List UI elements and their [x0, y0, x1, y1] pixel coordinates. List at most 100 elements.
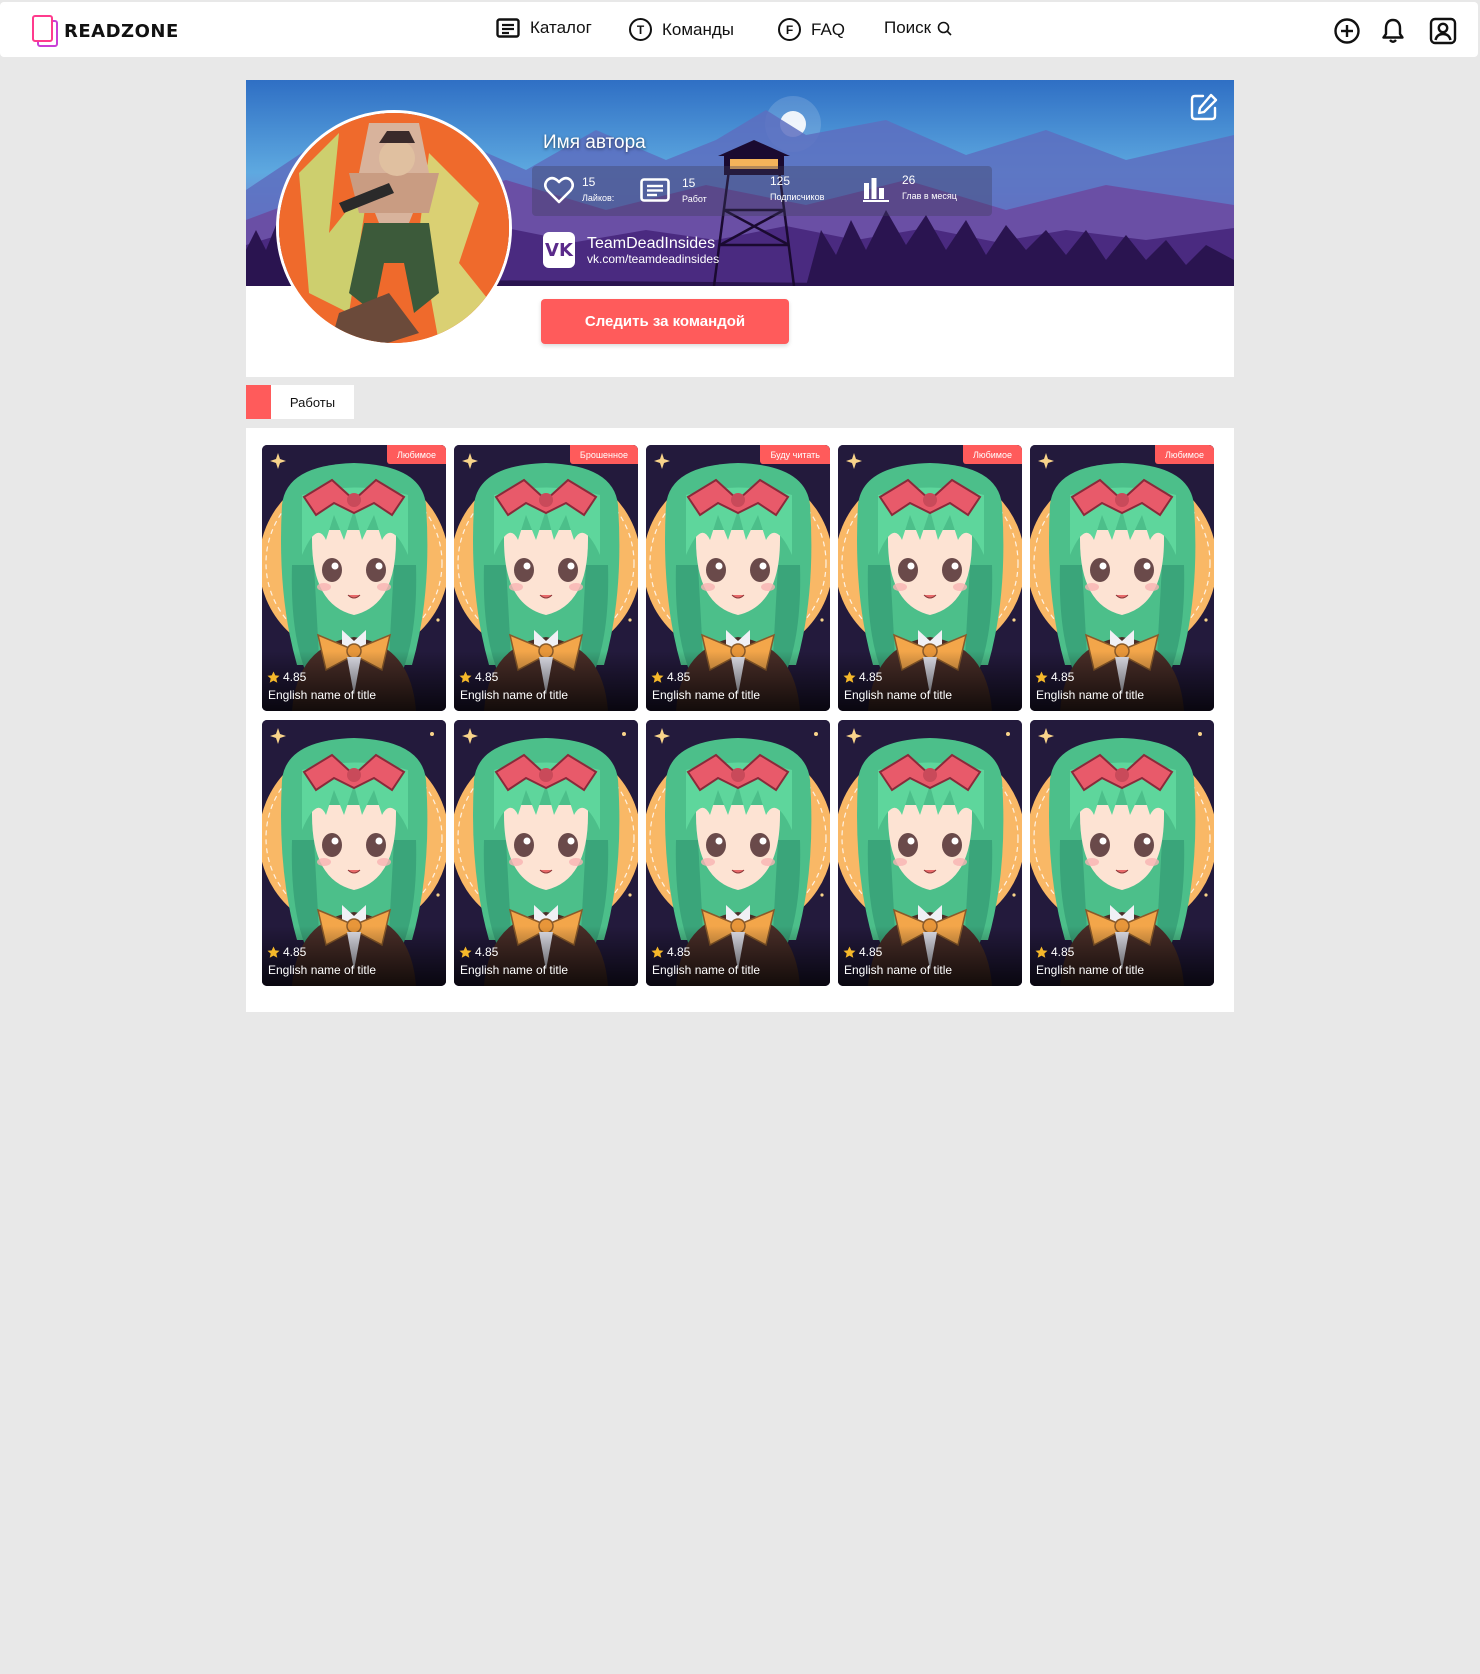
nav-faq[interactable]: F FAQ — [778, 18, 845, 41]
work-rating: 4.85 — [651, 945, 690, 959]
stat-works-label: Работ — [682, 194, 707, 204]
star-icon — [267, 946, 280, 958]
teams-icon: T — [629, 18, 652, 41]
add-icon[interactable] — [1333, 17, 1361, 45]
work-title: English name of title — [268, 688, 377, 702]
star-icon — [843, 946, 856, 958]
top-navbar: READZONE Каталог T Команды F FAQ Поиск — [0, 2, 1478, 57]
vk-name: TeamDeadInsides — [587, 234, 716, 252]
nav-catalog[interactable]: Каталог — [496, 18, 592, 38]
work-rating: 4.85 — [843, 945, 882, 959]
work-card[interactable]: Любимое 4.85 English name of title — [1030, 445, 1214, 711]
logo[interactable]: READZONE — [32, 15, 179, 47]
work-card[interactable]: 4.85 English name of title — [646, 720, 830, 986]
work-status-badge: Любимое — [1154, 445, 1214, 464]
works-grid: Любимое 4.85 English name of title Брошенн… — [262, 445, 1214, 986]
follow-team-button[interactable]: Следить за командой — [541, 299, 789, 344]
star-icon — [267, 671, 280, 683]
work-card[interactable]: 4.85 English name of title — [454, 720, 638, 986]
bar-chart-icon — [863, 178, 889, 202]
work-title: English name of title — [844, 963, 953, 977]
vk-url: vk.com/teamdeadinsides — [587, 251, 720, 266]
work-rating: 4.85 — [459, 670, 498, 684]
stat-works: 15 Работ — [640, 166, 730, 216]
team-stats: 15 Лайков: 15 Работ 125 Подписчиков 26 Г… — [532, 166, 992, 216]
stat-likes: 15 Лайков: — [542, 166, 632, 216]
stat-works-value: 15 — [682, 176, 696, 190]
nav-search[interactable]: Поиск — [884, 18, 952, 38]
work-rating-value: 4.85 — [859, 945, 883, 959]
stat-chapters: 26 Глав в месяц — [862, 166, 987, 216]
vk-link[interactable]: VK TeamDeadInsides vk.com/teamdeadinside… — [543, 232, 719, 268]
tab-active-marker — [246, 385, 271, 419]
author-name: Имя автора — [543, 132, 646, 153]
vk-logo-icon: VK — [543, 232, 575, 268]
work-rating-value: 4.85 — [667, 945, 691, 959]
nav-catalog-label: Каталог — [530, 18, 592, 37]
work-rating: 4.85 — [267, 945, 306, 959]
work-rating-value: 4.85 — [859, 670, 883, 684]
work-rating-value: 4.85 — [283, 945, 307, 959]
work-status-badge: Любимое — [386, 445, 446, 464]
bell-icon[interactable] — [1379, 17, 1407, 45]
work-rating-value: 4.85 — [475, 670, 499, 684]
logo-icon — [32, 15, 58, 47]
stat-subscribers: 125 Подписчиков — [742, 166, 852, 216]
stat-chapters-label: Глав в месяц — [902, 191, 957, 201]
work-card[interactable]: Любимое 4.85 English name of title — [838, 445, 1022, 711]
work-card[interactable]: Брошенное 4.85 English name of title — [454, 445, 638, 711]
work-card[interactable]: Буду читать 4.85 English name of title — [646, 445, 830, 711]
work-rating-value: 4.85 — [1051, 945, 1075, 959]
work-card[interactable]: 4.85 English name of title — [262, 720, 446, 986]
tab-works-label: Работы — [271, 385, 354, 419]
team-avatar — [276, 110, 512, 346]
work-title: English name of title — [844, 688, 953, 702]
work-rating: 4.85 — [1035, 945, 1074, 959]
star-icon — [651, 946, 664, 958]
work-status-badge: Буду читать — [760, 445, 830, 464]
works-icon — [640, 178, 670, 202]
nav-teams[interactable]: T Команды — [629, 18, 734, 41]
nav-teams-label: Команды — [662, 19, 735, 39]
work-title: English name of title — [460, 963, 569, 977]
user-profile-icon[interactable] — [1429, 17, 1457, 45]
work-title: English name of title — [1036, 963, 1145, 977]
work-title: English name of title — [460, 688, 569, 702]
profile-card: Имя автора 15 Лайков: 15 Работ 125 Подпи… — [246, 80, 1234, 377]
stat-subscribers-value: 125 — [770, 174, 791, 188]
work-rating: 4.85 — [459, 945, 498, 959]
work-title: English name of title — [652, 963, 761, 977]
star-icon — [651, 671, 664, 683]
work-status-badge: Брошенное — [569, 445, 638, 464]
work-rating-value: 4.85 — [667, 670, 691, 684]
star-icon — [843, 671, 856, 683]
star-icon — [1035, 946, 1048, 958]
nav-faq-label: FAQ — [811, 19, 846, 39]
work-card[interactable]: 4.85 English name of title — [1030, 720, 1214, 986]
work-rating-value: 4.85 — [475, 945, 499, 959]
heart-icon — [544, 176, 574, 204]
work-status-badge: Любимое — [962, 445, 1022, 464]
work-card[interactable]: 4.85 English name of title — [838, 720, 1022, 986]
works-panel: Любимое 4.85 English name of title Брошенн… — [246, 428, 1234, 1012]
work-title: English name of title — [652, 688, 761, 702]
work-rating: 4.85 — [1035, 670, 1074, 684]
stat-subscribers-label: Подписчиков — [770, 192, 825, 202]
work-rating: 4.85 — [843, 670, 882, 684]
work-title: English name of title — [268, 963, 377, 977]
edit-icon[interactable] — [1189, 92, 1219, 122]
search-icon — [937, 21, 952, 36]
work-rating-value: 4.85 — [283, 670, 307, 684]
tab-works[interactable]: Работы — [246, 385, 354, 419]
work-rating: 4.85 — [651, 670, 690, 684]
faq-icon: F — [778, 18, 801, 41]
work-title: English name of title — [1036, 688, 1145, 702]
star-icon — [1035, 671, 1048, 683]
nav-search-label: Поиск — [884, 18, 932, 37]
catalog-icon — [496, 18, 520, 38]
work-card[interactable]: Любимое 4.85 English name of title — [262, 445, 446, 711]
stat-likes-label: Лайков: — [582, 193, 615, 203]
logo-text: READZONE — [64, 20, 179, 42]
work-rating: 4.85 — [267, 670, 306, 684]
star-icon — [459, 946, 472, 958]
